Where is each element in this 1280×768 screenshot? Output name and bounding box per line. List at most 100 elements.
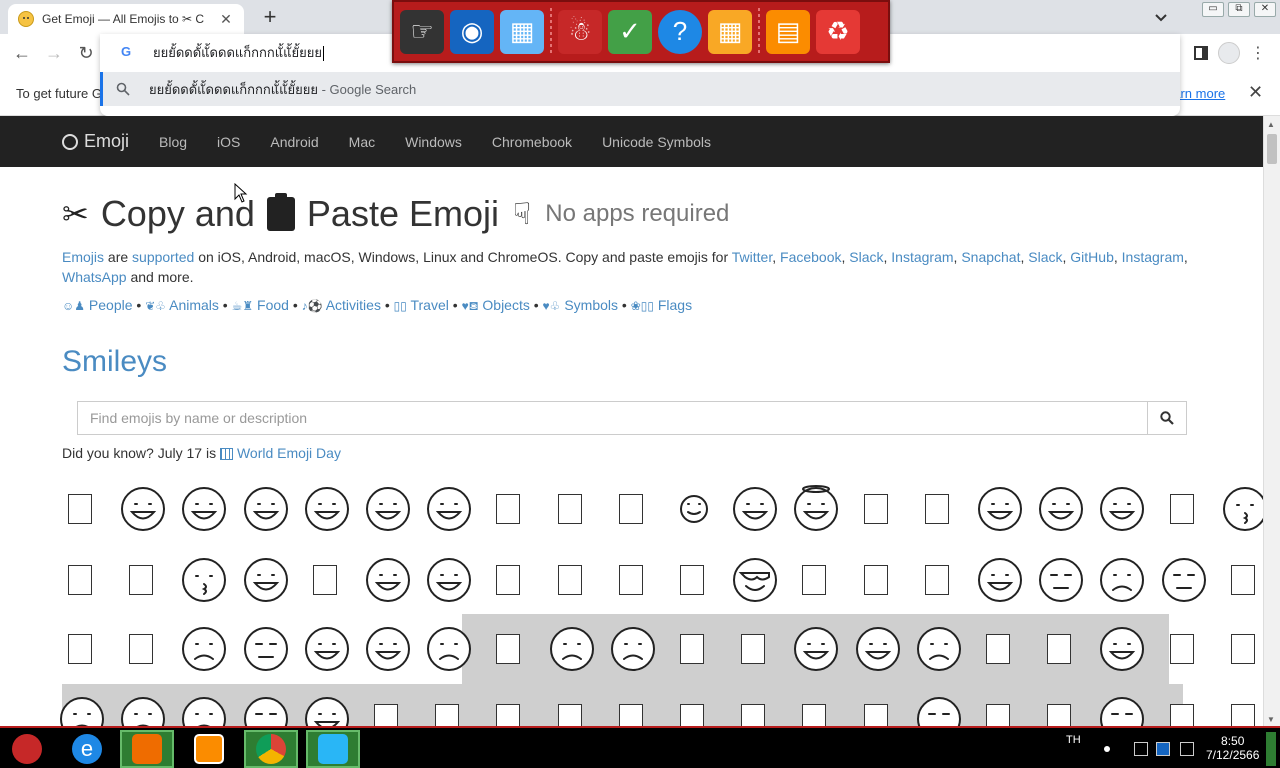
emoji-grin-big[interactable] xyxy=(180,485,228,538)
page-scrollbar[interactable]: ▲ ▼ xyxy=(1263,116,1280,726)
emoji-expressionless[interactable] xyxy=(1160,556,1208,609)
menu-kebab-icon[interactable]: ⋮ xyxy=(1250,43,1266,63)
nav-link-unicode-symbols[interactable]: Unicode Symbols xyxy=(602,134,711,150)
new-tab-button[interactable]: + xyxy=(258,6,282,30)
emoji-surprised[interactable] xyxy=(303,625,351,678)
emoji-grimace[interactable] xyxy=(854,625,902,678)
infobar-close-icon[interactable]: ✕ xyxy=(1248,82,1263,103)
omnibox-suggestion[interactable]: ยยยั้ดดดั้แั้ดดดแก็กกกแั้แั้ยั้ยยย - Goo… xyxy=(100,72,1180,106)
scroll-down-icon[interactable]: ▼ xyxy=(1267,715,1275,724)
nav-link-ios[interactable]: iOS xyxy=(217,134,240,150)
taskbar-media-icon[interactable] xyxy=(182,730,236,768)
emoji-sad-tear[interactable] xyxy=(548,625,596,678)
platform-link-instagram[interactable]: Instagram xyxy=(891,249,953,265)
emoji-sweat-grin[interactable] xyxy=(364,485,412,538)
close-window-button[interactable]: ✕ xyxy=(1254,2,1276,17)
emoji-worried[interactable] xyxy=(1098,556,1146,609)
emoji-sweat[interactable] xyxy=(303,695,351,726)
platform-link-facebook[interactable]: Facebook xyxy=(780,249,841,265)
flag-tray-icon[interactable] xyxy=(1134,742,1148,756)
emoji-grin[interactable] xyxy=(119,485,167,538)
platform-link-whatsapp[interactable]: WhatsApp xyxy=(62,269,127,285)
emoji-neutral[interactable] xyxy=(915,695,963,726)
emoji-cold-sweat[interactable] xyxy=(180,695,228,726)
supported-link[interactable]: supported xyxy=(132,249,194,265)
start-santa-button[interactable] xyxy=(0,730,54,768)
emoji-relieved[interactable] xyxy=(364,625,412,678)
emoji-tongue[interactable] xyxy=(242,556,290,609)
emoji-sweat[interactable] xyxy=(1037,485,1085,538)
emoji-grin-teeth[interactable] xyxy=(242,485,290,538)
emoji-gasp[interactable] xyxy=(58,695,106,726)
emoji-kiss[interactable] xyxy=(180,556,228,609)
emoji-smile[interactable] xyxy=(731,485,779,538)
emoji-crying[interactable] xyxy=(609,625,657,678)
language-indicator[interactable]: TH xyxy=(1066,734,1081,746)
omnibox-input[interactable]: ยยยั้ดดดั้แั้ดดดแก็กกกแั้แั้ยั้ยยย xyxy=(153,42,324,63)
show-desktop-button[interactable] xyxy=(1266,732,1276,766)
nav-link-chromebook[interactable]: Chromebook xyxy=(492,134,572,150)
emoji-confounded[interactable] xyxy=(242,625,290,678)
platform-link-snapchat[interactable]: Snapchat xyxy=(961,249,1020,265)
back-arrow-icon[interactable]: ← xyxy=(11,43,33,65)
platform-link-slack-2[interactable]: Slack xyxy=(1028,249,1062,265)
category-objects[interactable]: ♥⛾ Objects xyxy=(462,297,530,313)
system-clock[interactable]: 8:50 7/12/2566 xyxy=(1206,734,1259,762)
emoji-kiss[interactable] xyxy=(1221,485,1263,538)
network-icon[interactable]: ▦ xyxy=(500,9,544,54)
profile-avatar-icon[interactable] xyxy=(1218,42,1240,64)
forward-arrow-icon[interactable]: → xyxy=(43,43,65,65)
taskbar-app-icon[interactable] xyxy=(306,730,360,768)
network-tray-icon[interactable] xyxy=(1156,742,1170,756)
category-animals[interactable]: ❦♧ Animals xyxy=(145,297,219,313)
emoji-unamused[interactable] xyxy=(1037,556,1085,609)
taskbar-chrome-icon[interactable] xyxy=(244,730,298,768)
emoji-worried-brow[interactable] xyxy=(425,625,473,678)
restore-button[interactable]: ⧉ xyxy=(1228,2,1250,17)
emoji-search-input[interactable] xyxy=(77,401,1147,435)
category-activities[interactable]: ♪⚽ Activities xyxy=(302,297,381,313)
emoji-sweat-grin[interactable] xyxy=(425,485,473,538)
emoji-grin[interactable] xyxy=(792,625,840,678)
brand-logo[interactable]: Emoji xyxy=(62,131,129,152)
tab-search-chevron-icon[interactable] xyxy=(1152,8,1170,26)
emoji-heart-eyes[interactable] xyxy=(1098,485,1146,538)
globe-icon[interactable]: ◉ xyxy=(450,9,494,54)
folder-icon[interactable]: ▤ xyxy=(766,9,810,54)
search-button[interactable] xyxy=(1147,401,1187,435)
emoji-laugh-tongue[interactable] xyxy=(1098,625,1146,678)
emoji-laugh[interactable] xyxy=(303,485,351,538)
tab-close-icon[interactable]: ✕ xyxy=(218,11,234,28)
taskbar-files-icon[interactable] xyxy=(120,730,174,768)
emoji-tongue-out[interactable] xyxy=(425,556,473,609)
nav-link-android[interactable]: Android xyxy=(270,134,318,150)
emoji-mouth[interactable] xyxy=(1098,695,1146,726)
nav-link-windows[interactable]: Windows xyxy=(405,134,462,150)
browser-tab[interactable]: Get Emoji — All Emojis to ✂ C ✕ xyxy=(8,4,244,34)
emoji-halo[interactable] xyxy=(792,485,840,538)
shield-check-icon[interactable]: ✓ xyxy=(608,9,652,54)
reload-icon[interactable]: ↻ xyxy=(75,43,97,65)
help-icon[interactable]: ? xyxy=(658,9,702,54)
snowman-icon[interactable]: ☃ xyxy=(558,9,602,54)
emojis-link[interactable]: Emojis xyxy=(62,249,104,265)
emoji-squint-tongue[interactable] xyxy=(364,556,412,609)
platform-link-github[interactable]: GitHub xyxy=(1070,249,1114,265)
recycle-bin-icon[interactable]: ♻ xyxy=(816,9,860,54)
category-people[interactable]: ☺♟ People xyxy=(62,297,133,313)
volume-muted-icon[interactable] xyxy=(1180,742,1194,756)
emoji-confused[interactable] xyxy=(119,695,167,726)
emoji-smirk[interactable] xyxy=(976,556,1024,609)
emoji-small-smile[interactable] xyxy=(670,485,718,538)
taskbar-ie-icon[interactable]: e xyxy=(60,730,114,768)
gift-icon[interactable]: ▦ xyxy=(708,9,752,54)
emoji-hushed[interactable] xyxy=(242,695,290,726)
minimize-button[interactable]: ▭ xyxy=(1202,2,1224,17)
category-flags[interactable]: ❀▯▯ Flags xyxy=(631,297,692,313)
nav-link-blog[interactable]: Blog xyxy=(159,134,187,150)
santa-computer-icon[interactable]: ☞ xyxy=(400,9,444,54)
emoji-wink[interactable] xyxy=(976,485,1024,538)
world-emoji-day-link[interactable]: World Emoji Day xyxy=(219,445,341,461)
platform-link-slack[interactable]: Slack xyxy=(849,249,883,265)
emoji-cool[interactable] xyxy=(731,556,779,609)
